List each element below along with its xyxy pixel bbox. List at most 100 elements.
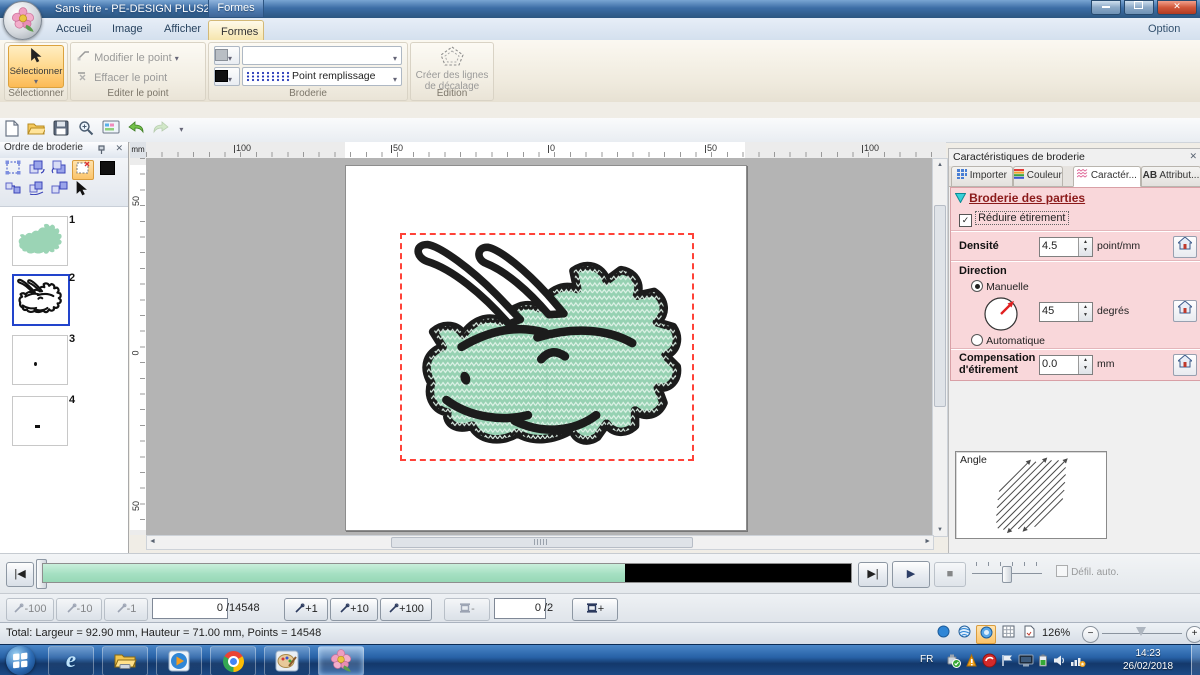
- app-logo-button[interactable]: [3, 1, 42, 40]
- back-100-button[interactable]: -100: [6, 598, 54, 621]
- angle-spinner[interactable]: 45 ▲▼: [1039, 302, 1093, 322]
- taskbar-explorer-button[interactable]: [102, 646, 148, 675]
- scroll-down-icon[interactable]: ▼: [933, 524, 947, 536]
- play-button[interactable]: ▶: [892, 561, 930, 588]
- select-all-frames-button[interactable]: [3, 160, 23, 178]
- autoscroll-row[interactable]: Défil. auto.: [1056, 565, 1119, 578]
- outline-color-swatch-button[interactable]: ▾: [214, 46, 240, 65]
- select-tool-button[interactable]: Sélectionner ▾: [8, 45, 64, 88]
- density-default-button[interactable]: [1173, 236, 1197, 258]
- solid-view-button[interactable]: [934, 625, 952, 642]
- scroll-left-icon[interactable]: ◄: [149, 536, 156, 548]
- ungroup-button[interactable]: [49, 181, 69, 199]
- thread-color-swatch-button[interactable]: [97, 160, 117, 178]
- color-count-field[interactable]: 0: [494, 598, 546, 619]
- undo-button[interactable]: [126, 120, 146, 140]
- stop-button[interactable]: ■: [934, 562, 966, 587]
- panel-close-icon[interactable]: ✕: [115, 143, 123, 154]
- canvas-hscrollbar[interactable]: ◄ ►: [146, 535, 934, 550]
- fwd-1-button[interactable]: +1: [284, 598, 328, 621]
- manual-radio-row[interactable]: Manuelle: [971, 280, 1029, 293]
- order-item-4[interactable]: [12, 396, 68, 446]
- fill-stitch-combo[interactable]: Point remplissage ▾: [242, 67, 402, 86]
- hide-frame-mode-button[interactable]: [72, 160, 94, 180]
- attributes-close-icon[interactable]: ✕: [1189, 151, 1197, 162]
- triceratops-design[interactable]: [402, 235, 688, 455]
- tab-accueil[interactable]: Accueil: [44, 18, 103, 40]
- bring-forward-button[interactable]: [26, 160, 46, 178]
- design-workspace[interactable]: [146, 158, 932, 535]
- toolbar-options-caret[interactable]: ▾: [176, 120, 186, 140]
- tab-attributs[interactable]: AB Attribut...: [1141, 166, 1200, 187]
- autoscroll-checkbox[interactable]: [1056, 565, 1068, 577]
- action-center-flag-icon[interactable]: [1000, 653, 1015, 668]
- antivirus-icon[interactable]: [982, 653, 997, 668]
- zoom-out-button[interactable]: −: [1082, 626, 1099, 643]
- angle-spin-buttons[interactable]: ▲▼: [1078, 303, 1092, 321]
- save-button[interactable]: [51, 120, 71, 140]
- canvas-vscrollbar[interactable]: ▲ ▼: [932, 158, 948, 537]
- design-property-button[interactable]: [1020, 625, 1038, 642]
- taskbar-wmp-button[interactable]: [156, 646, 202, 675]
- manual-radio[interactable]: [971, 280, 983, 292]
- fwd-100-button[interactable]: +100: [380, 598, 432, 621]
- prev-color-button[interactable]: -: [444, 598, 490, 621]
- go-to-start-button[interactable]: |◀: [6, 562, 34, 587]
- stitch-count-field[interactable]: 0: [152, 598, 228, 619]
- warning-icon[interactable]: [964, 653, 979, 668]
- maximize-button[interactable]: [1124, 0, 1154, 15]
- tab-afficher[interactable]: Afficher: [152, 18, 213, 40]
- reorder-button[interactable]: [3, 181, 23, 199]
- display-icon[interactable]: [1018, 653, 1034, 668]
- scroll-up-icon[interactable]: ▲: [933, 159, 947, 171]
- density-spin-buttons[interactable]: ▲▼: [1078, 238, 1092, 256]
- back-1-button[interactable]: -1: [104, 598, 148, 621]
- minimize-button[interactable]: [1091, 0, 1121, 15]
- compensation-spinner[interactable]: 0.0 ▲▼: [1039, 355, 1093, 375]
- panel-cursor-icon[interactable]: [72, 181, 92, 199]
- stitch-progress-bar[interactable]: [42, 563, 852, 583]
- tab-image[interactable]: Image: [100, 18, 155, 40]
- context-tab-header[interactable]: Formes: [208, 0, 264, 18]
- section-triangle-icon[interactable]: [955, 193, 966, 203]
- start-button[interactable]: [6, 646, 35, 675]
- zoom-slider-handle[interactable]: [1136, 627, 1146, 636]
- next-color-button[interactable]: +: [572, 598, 618, 621]
- group-button[interactable]: [26, 181, 46, 199]
- auto-radio[interactable]: [971, 334, 983, 346]
- offset-lines-button[interactable]: Créer des lignes de décalage: [411, 45, 493, 92]
- redo-button[interactable]: [151, 120, 171, 140]
- fill-color-swatch-button[interactable]: ▾: [214, 67, 240, 86]
- vscroll-thumb[interactable]: [934, 205, 946, 407]
- taskbar-chrome-button[interactable]: [210, 646, 256, 675]
- battery-icon[interactable]: [1037, 653, 1049, 668]
- tab-caracteristiques[interactable]: Caractér...: [1073, 166, 1141, 187]
- compensation-spin-buttons[interactable]: ▲▼: [1078, 356, 1092, 374]
- stitch-view-button[interactable]: [955, 625, 973, 642]
- new-document-button[interactable]: [1, 120, 21, 140]
- go-to-end-button[interactable]: ▶|: [858, 562, 888, 587]
- modify-point-button[interactable]: Modifier le point ▾: [77, 49, 179, 64]
- show-desktop-button[interactable]: [1191, 645, 1200, 675]
- taskbar-ie-button[interactable]: e: [48, 646, 94, 675]
- close-button[interactable]: ✕: [1157, 0, 1197, 15]
- send-backward-button[interactable]: [49, 160, 69, 178]
- fwd-10-button[interactable]: +10: [330, 598, 378, 621]
- reduce-stretch-checkbox[interactable]: ✓: [959, 214, 972, 227]
- speed-slider[interactable]: [972, 560, 1042, 586]
- back-10-button[interactable]: -10: [56, 598, 102, 621]
- option-menu[interactable]: Option: [1136, 18, 1192, 40]
- clock[interactable]: 14:23 26/02/2018: [1108, 647, 1188, 673]
- usb-device-icon[interactable]: [946, 653, 961, 668]
- tab-importer[interactable]: Importer: [951, 166, 1013, 187]
- order-item-1[interactable]: [12, 216, 68, 266]
- tab-couleur[interactable]: Couleur: [1013, 166, 1063, 187]
- zoom-button[interactable]: [76, 120, 96, 140]
- open-file-button[interactable]: [26, 120, 46, 140]
- realistic-view-button[interactable]: [976, 625, 996, 644]
- auto-radio-row[interactable]: Automatique: [971, 334, 1045, 347]
- speaker-icon[interactable]: [1052, 653, 1067, 668]
- order-item-2[interactable]: [12, 274, 70, 326]
- taskbar-pedesign-button[interactable]: [318, 646, 364, 675]
- direction-default-button[interactable]: [1173, 300, 1197, 322]
